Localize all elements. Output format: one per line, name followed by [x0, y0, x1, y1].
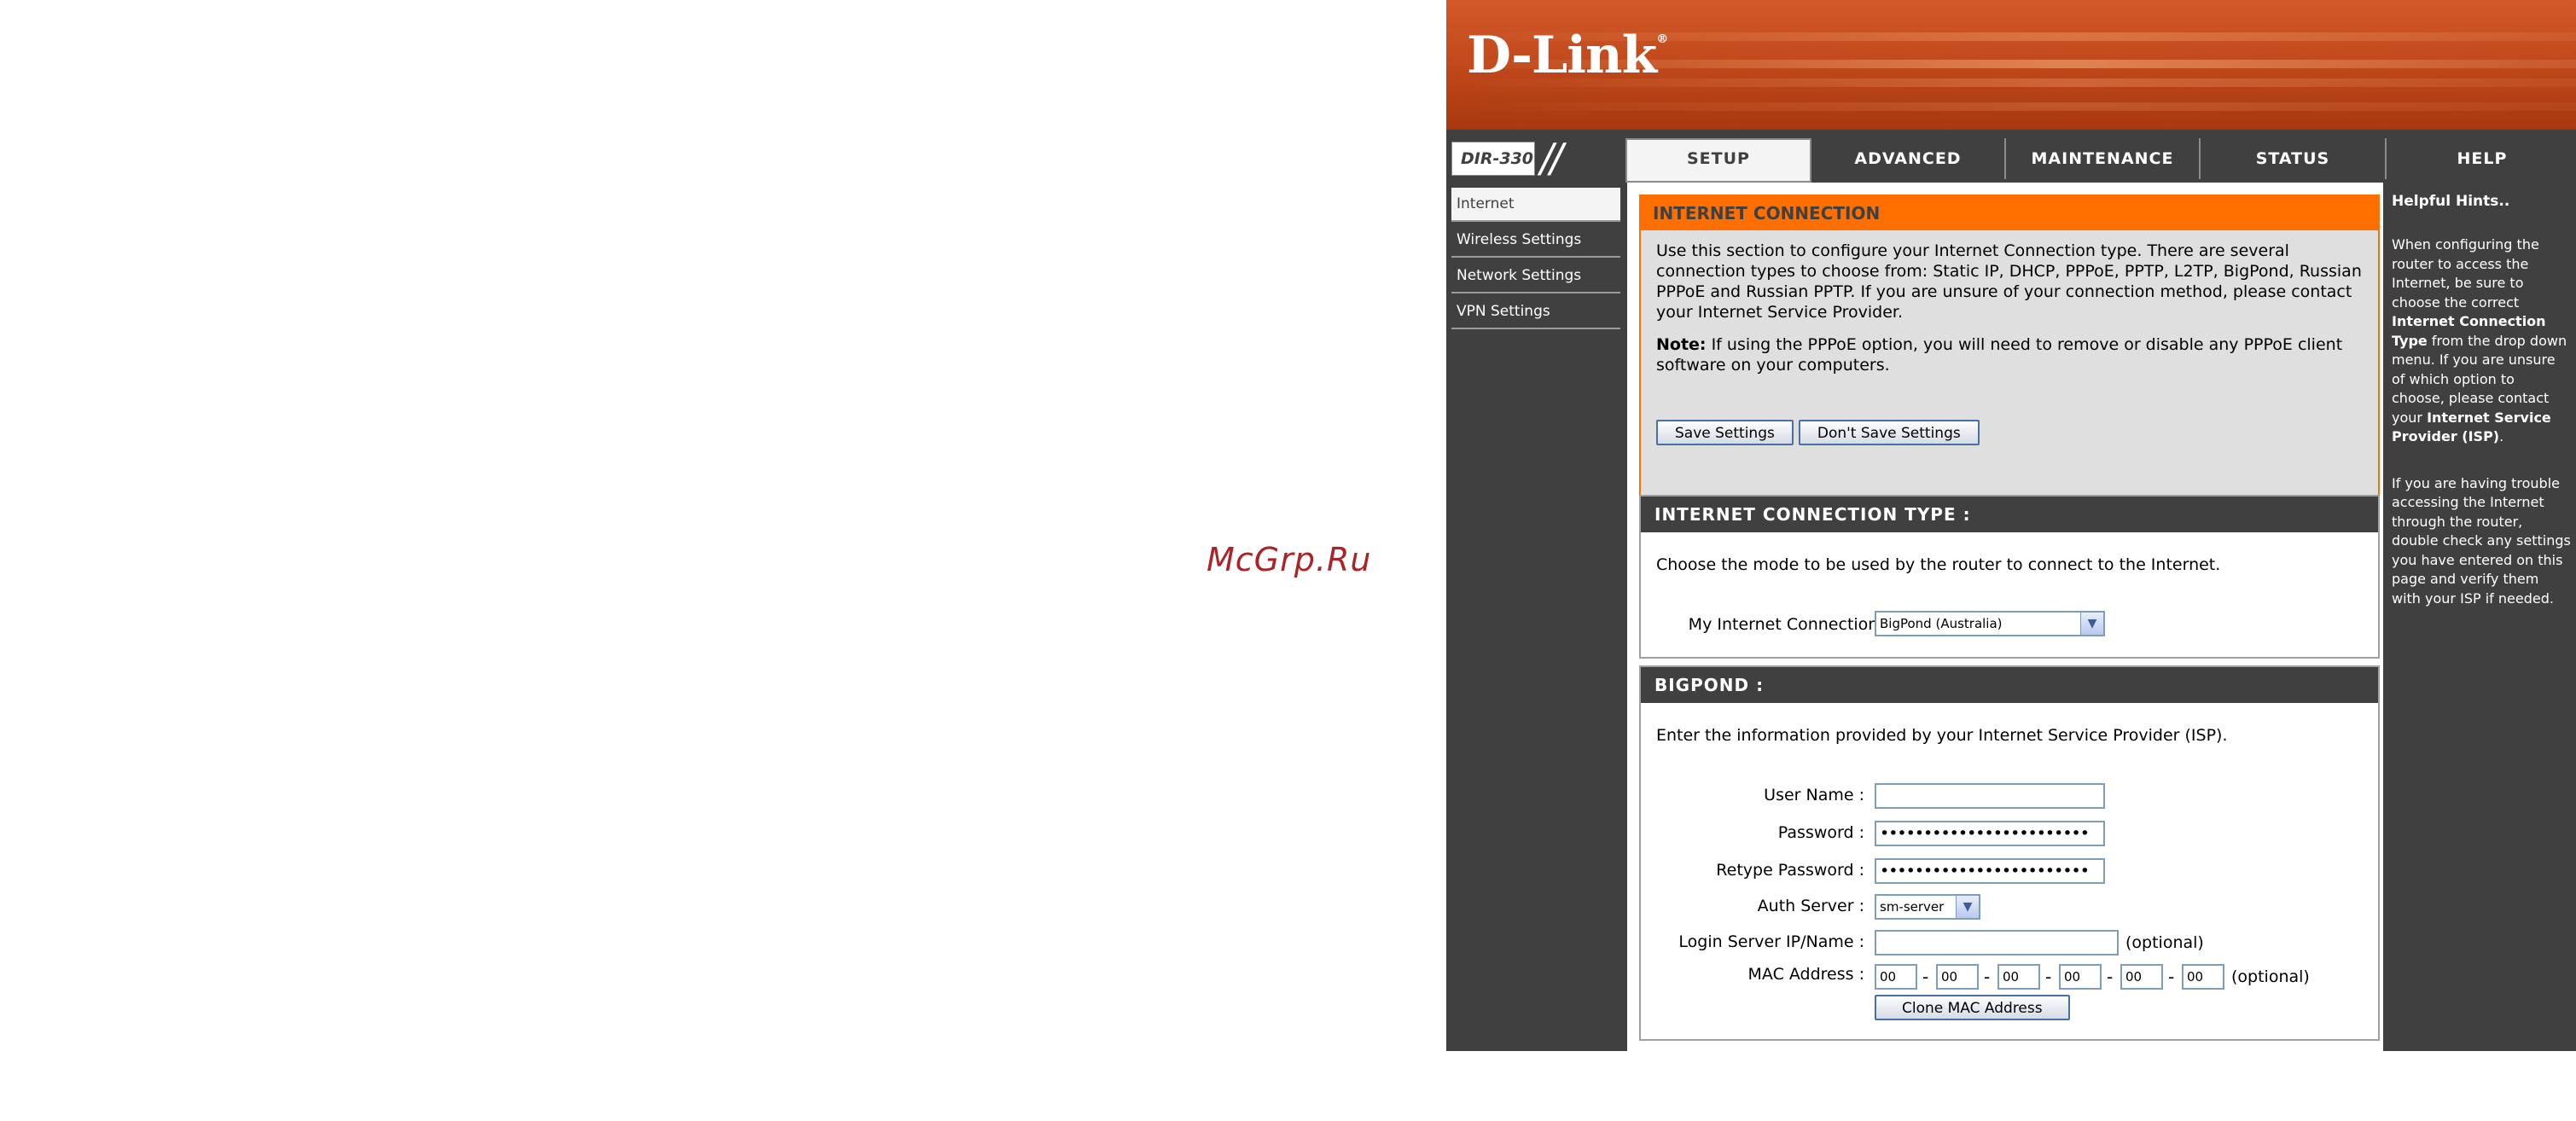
- helpful-hints-panel: Helpful Hints.. When configuring the rou…: [2385, 183, 2576, 1051]
- tab-setup[interactable]: SETUP: [1625, 138, 1811, 183]
- mac-address-optional: (optional): [2231, 967, 2310, 986]
- internet-connection-description: Use this section to configure your Inter…: [1656, 241, 2362, 322]
- auth-server-value: sm-server: [1880, 899, 1945, 915]
- bigpond-description: Enter the information provided by your I…: [1656, 726, 2228, 745]
- mac-octet-6[interactable]: 00: [2182, 964, 2224, 990]
- banner-streak: [1446, 102, 2576, 111]
- save-settings-button[interactable]: Save Settings: [1656, 420, 1794, 445]
- tab-advanced[interactable]: ADVANCED: [1810, 138, 2004, 179]
- note-label: Note:: [1656, 335, 1707, 354]
- tab-help[interactable]: HELP: [2385, 138, 2576, 179]
- username-label: User Name :: [1764, 786, 1864, 804]
- main-content: INTERNET CONNECTION Use this section to …: [1627, 183, 2383, 1051]
- connection-mode-select[interactable]: BigPond (Australia) ▼: [1875, 611, 2105, 636]
- header-banner: D-Link®: [1446, 0, 2576, 130]
- model-badge: DIR-330: [1451, 142, 1535, 176]
- auth-server-select[interactable]: sm-server ▼: [1875, 894, 1980, 920]
- settings-buttons: Save Settings Don't Save Settings: [1656, 420, 1985, 445]
- connection-type-title: INTERNET CONNECTION TYPE :: [1641, 497, 2378, 532]
- pppoe-note: Note: If using the PPPoE option, you wil…: [1656, 334, 2363, 375]
- connection-type-description: Choose the mode to be used by the router…: [1656, 555, 2221, 574]
- tab-maintenance[interactable]: MAINTENANCE: [2004, 138, 2199, 179]
- internet-connection-title: INTERNET CONNECTION: [1641, 196, 2378, 230]
- helpful-hints-text-1: When configuring the router to access th…: [2392, 236, 2567, 444]
- sidebar-item-network-settings[interactable]: Network Settings: [1451, 259, 1620, 293]
- tab-status[interactable]: STATUS: [2199, 138, 2385, 179]
- password-label: Password :: [1777, 823, 1864, 842]
- mac-octet-4[interactable]: 00: [2059, 964, 2102, 990]
- mac-separator: -: [2045, 967, 2052, 987]
- login-server-input[interactable]: [1875, 930, 2119, 955]
- top-navigation: DIR-330 // SETUP ADVANCED MAINTENANCE ST…: [1446, 135, 2576, 183]
- dont-save-settings-button[interactable]: Don't Save Settings: [1798, 420, 1980, 445]
- helpful-hints-title: Helpful Hints..: [2392, 193, 2510, 210]
- router-admin-page: D-Link® DIR-330 // SETUP ADVANCED MAINTE…: [1446, 0, 2576, 1051]
- mac-octet-1[interactable]: 00: [1875, 964, 1917, 990]
- mac-octet-3[interactable]: 00: [1997, 964, 2040, 990]
- note-text: If using the PPPoE option, you will need…: [1656, 335, 2343, 375]
- mac-address-row: MAC Address :: [1641, 961, 1864, 991]
- sidebar-item-vpn-settings[interactable]: VPN Settings: [1451, 295, 1620, 329]
- clone-mac-address-button[interactable]: Clone MAC Address: [1875, 995, 2070, 1020]
- slash-decoration-icon: //: [1540, 135, 1563, 181]
- watermark-text: McGrp.Ru: [1207, 541, 1372, 578]
- mac-separator: -: [2168, 967, 2175, 987]
- password-row: Password :: [1641, 819, 1864, 850]
- username-row: User Name :: [1641, 781, 1864, 812]
- mac-octet-2[interactable]: 00: [1936, 964, 1979, 990]
- mac-address-label: MAC Address :: [1747, 965, 1864, 984]
- login-server-row: Login Server IP/Name :: [1641, 928, 1864, 959]
- bigpond-title: BIGPOND :: [1641, 667, 2378, 703]
- retype-password-label: Retype Password :: [1716, 861, 1864, 880]
- bigpond-panel: BIGPOND : Enter the information provided…: [1639, 665, 2380, 1041]
- login-server-optional: (optional): [2125, 933, 2204, 952]
- username-input[interactable]: [1875, 783, 2105, 809]
- sidebar-item-wireless-settings[interactable]: Wireless Settings: [1451, 224, 1620, 258]
- dlink-logo: D-Link®: [1467, 26, 1668, 85]
- sidebar: Internet Wireless Settings Network Setti…: [1446, 183, 1622, 1051]
- auth-server-label: Auth Server :: [1757, 897, 1864, 915]
- internet-connection-panel: INTERNET CONNECTION Use this section to …: [1639, 195, 2380, 502]
- connection-mode-value: BigPond (Australia): [1880, 616, 2003, 631]
- chevron-down-icon: ▼: [2080, 613, 2103, 635]
- mac-octet-5[interactable]: 00: [2120, 964, 2163, 990]
- connection-mode-row: My Internet Connection is : BigPond (Aus…: [1641, 611, 2392, 642]
- sidebar-item-internet[interactable]: Internet: [1451, 188, 1620, 222]
- auth-server-row: Auth Server :: [1641, 892, 1864, 923]
- chevron-down-icon: ▼: [1956, 896, 1979, 918]
- login-server-label: Login Server IP/Name :: [1678, 932, 1864, 951]
- mac-separator: -: [1984, 967, 1991, 987]
- connection-type-panel: INTERNET CONNECTION TYPE : Choose the mo…: [1639, 495, 2380, 659]
- password-input[interactable]: ••••••••••••••••••••••••: [1875, 821, 2105, 846]
- retype-password-input[interactable]: ••••••••••••••••••••••••: [1875, 858, 2105, 884]
- mac-separator: -: [1922, 967, 1929, 987]
- retype-password-row: Retype Password :: [1641, 857, 1864, 887]
- mac-separator: -: [2107, 967, 2114, 987]
- helpful-hints-text-2: If you are having trouble accessing the …: [2392, 474, 2571, 607]
